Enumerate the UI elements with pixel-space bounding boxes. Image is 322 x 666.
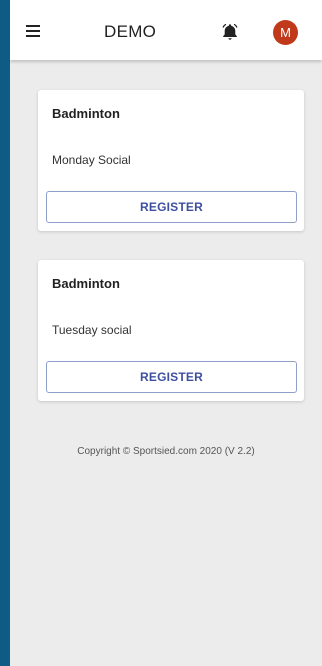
top-app-bar: DEMO M bbox=[10, 0, 322, 60]
event-name: Monday Social bbox=[52, 153, 131, 167]
copyright-footer: Copyright © Sportsied.com 2020 (V 2.2) bbox=[77, 446, 255, 457]
app-screen: DEMO M Badminton Monday Social REGISTER … bbox=[10, 0, 322, 666]
app-title: DEMO bbox=[104, 22, 157, 41]
register-button[interactable]: REGISTER bbox=[46, 361, 297, 393]
bell-icon[interactable] bbox=[220, 22, 240, 42]
event-card: Badminton Tuesday social REGISTER bbox=[38, 260, 304, 401]
event-sport: Badminton bbox=[52, 276, 120, 291]
event-name: Tuesday social bbox=[52, 323, 132, 337]
register-button[interactable]: REGISTER bbox=[46, 191, 297, 223]
menu-icon[interactable] bbox=[24, 20, 44, 40]
avatar[interactable]: M bbox=[273, 20, 298, 45]
event-card: Badminton Monday Social REGISTER bbox=[38, 90, 304, 231]
event-sport: Badminton bbox=[52, 106, 120, 121]
